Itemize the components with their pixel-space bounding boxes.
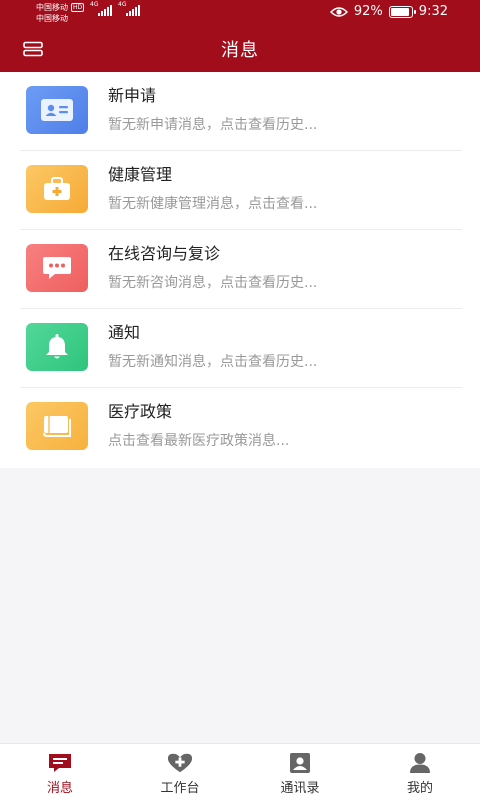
clock: 9:32: [418, 4, 448, 19]
message-subtitle: 暂无新咨询消息，点击查看历史...: [108, 275, 318, 291]
bell-icon: [26, 323, 88, 371]
status-bar: 中国移动 HD 中国移动 4G 4G 92% 9:32: [0, 0, 480, 26]
carrier-2: 中国移动: [36, 14, 68, 23]
message-list: 新申请 暂无新申请消息，点击查看历史... 健康管理 暂无新健康管理消息，点击查…: [0, 72, 480, 468]
book-icon: [26, 402, 88, 450]
message-item-policy[interactable]: 医疗政策 点击查看最新医疗政策消息...: [20, 388, 462, 467]
medical-kit-icon: [26, 165, 88, 213]
menu-icon: [23, 41, 43, 57]
battery-icon: [388, 5, 416, 18]
nav-tab-contacts[interactable]: 通讯录: [240, 744, 360, 800]
bottom-nav: 消息 工作台 通讯录 我的: [0, 743, 480, 800]
message-title: 医疗政策: [108, 402, 173, 421]
signal-icon-2: 4G: [118, 1, 140, 16]
nav-tab-profile[interactable]: 我的: [360, 744, 480, 800]
status-right: 92% 9:32: [329, 4, 448, 19]
menu-button[interactable]: [22, 39, 44, 59]
carrier-1: 中国移动: [36, 3, 68, 12]
message-subtitle: 暂无新申请消息，点击查看历史...: [108, 117, 318, 133]
message-icon: [47, 752, 73, 774]
contacts-icon: [287, 752, 313, 774]
network-type-2: 4G: [118, 1, 127, 8]
network-type-1: 4G: [90, 1, 99, 8]
header: 消息: [0, 26, 480, 72]
message-subtitle: 点击查看最新医疗政策消息...: [108, 433, 290, 449]
nav-tab-workbench[interactable]: 工作台: [120, 744, 240, 800]
message-subtitle: 暂无新通知消息，点击查看历史...: [108, 354, 318, 370]
id-card-icon: [26, 86, 88, 134]
message-title: 在线咨询与复诊: [108, 244, 221, 263]
page-title: 消息: [221, 40, 259, 61]
heart-plus-icon: [167, 752, 193, 774]
message-item-notice[interactable]: 通知 暂无新通知消息，点击查看历史...: [20, 309, 462, 388]
message-subtitle: 暂无新健康管理消息，点击查看...: [108, 196, 318, 212]
nav-label: 通讯录: [280, 781, 320, 796]
signal-icon-1: 4G: [90, 1, 112, 16]
carrier-info: 中国移动 HD 中国移动: [36, 2, 85, 24]
battery-fill: [390, 7, 410, 16]
eye-icon: [329, 6, 348, 17]
profile-icon: [407, 752, 433, 774]
top-bar: 中国移动 HD 中国移动 4G 4G 92% 9:32 消息: [0, 0, 480, 72]
battery-percent: 92%: [353, 4, 383, 19]
message-item-health[interactable]: 健康管理 暂无新健康管理消息，点击查看...: [20, 151, 462, 230]
nav-label: 工作台: [160, 781, 200, 796]
message-item-application[interactable]: 新申请 暂无新申请消息，点击查看历史...: [20, 72, 462, 151]
nav-label: 我的: [406, 781, 433, 796]
message-title: 健康管理: [108, 165, 173, 184]
nav-tab-messages[interactable]: 消息: [0, 744, 120, 800]
message-title: 通知: [108, 323, 141, 342]
hd-badge: HD: [71, 3, 85, 12]
message-title: 新申请: [108, 86, 157, 105]
message-item-consultation[interactable]: 在线咨询与复诊 暂无新咨询消息，点击查看历史...: [20, 230, 462, 309]
signal-indicators: 4G 4G: [90, 1, 140, 16]
nav-label: 消息: [46, 781, 73, 796]
chat-bubble-icon: [26, 244, 88, 292]
